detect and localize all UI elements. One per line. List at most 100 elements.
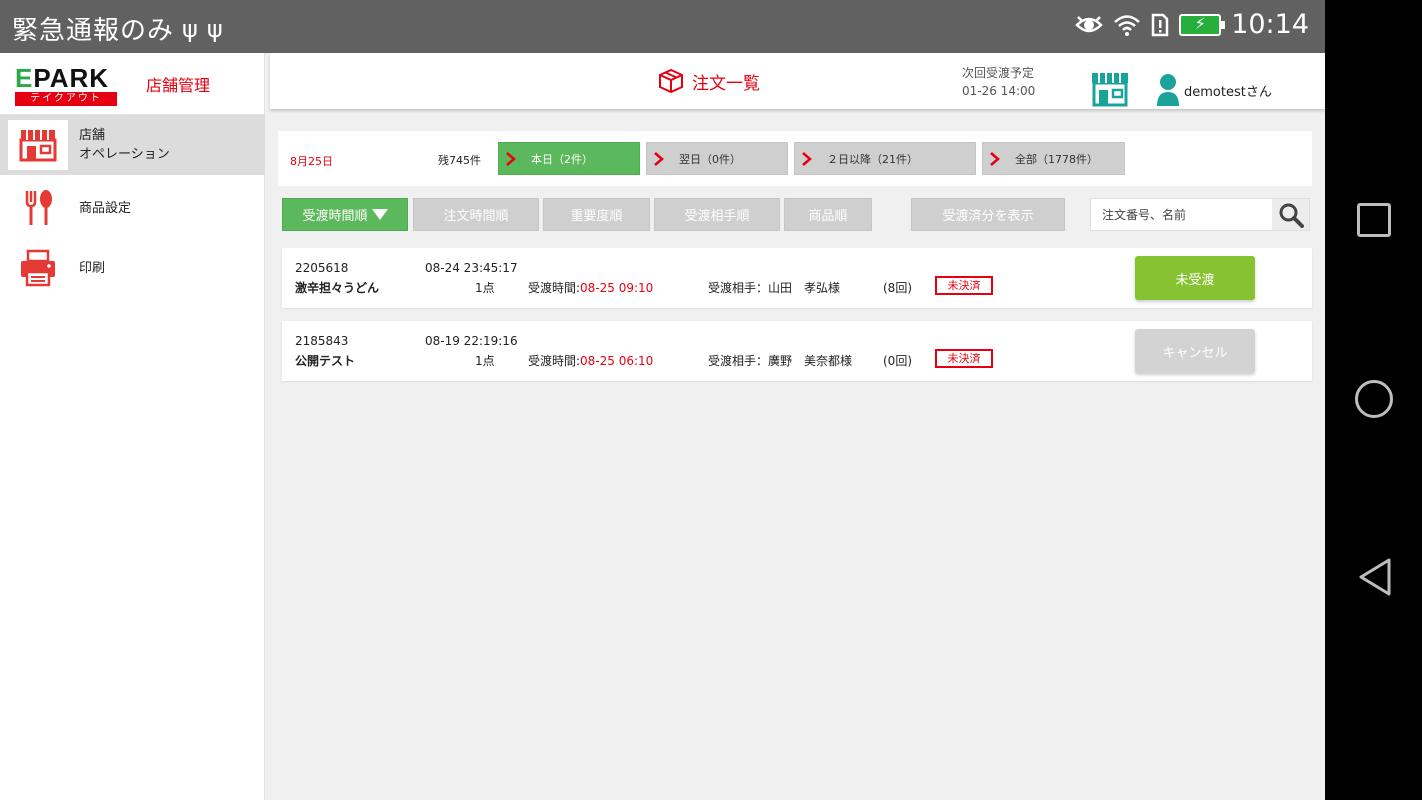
clock: 10:14 (1231, 9, 1309, 40)
sort-desc-triangle-icon (371, 209, 388, 220)
chevron-right-icon (802, 151, 812, 166)
printer-icon (8, 243, 68, 293)
battery-charging-icon: ⚡ (1179, 13, 1226, 36)
chevron-right-icon (654, 151, 664, 166)
eye-icon (1075, 15, 1103, 32)
user-avatar-icon (1157, 74, 1179, 106)
epark-logo: EPARK テイクアウト (15, 65, 117, 106)
search-input[interactable] (1091, 199, 1273, 230)
status-right: ⚡ 10:14 (1075, 9, 1309, 40)
sort-label: 商品順 (808, 209, 848, 224)
date-filter-bar: 8月25日 残745件 本日（2件） 翌日（0件） ２日以降（21件） 全部（1… (278, 131, 1312, 186)
order-product-name: 激辛担々うどん (295, 281, 380, 295)
user-menu[interactable]: demotestさん (1156, 73, 1272, 107)
order-id: 2185843 (295, 334, 349, 348)
tab-label: 本日（2件） (531, 152, 593, 166)
order-id: 2205618 (295, 261, 349, 275)
page-title-text: 注文一覧 (692, 73, 760, 94)
sort-by-order-time-button[interactable]: 注文時間順 (413, 198, 539, 231)
fork-spoon-icon (8, 183, 68, 233)
sidebar-label-line1: 店舗 (79, 128, 106, 143)
chevron-right-icon (506, 151, 516, 166)
emergency-calls-only-text: 緊急通報のみ (12, 16, 175, 46)
user-name: demotestさん (1184, 84, 1272, 100)
usb-icon-2: ψ (206, 14, 224, 43)
sort-label: 重要度順 (570, 209, 623, 224)
pickup-time-value: 08-25 06:10 (580, 354, 654, 368)
next-pickup-label: 次回受渡予定 (962, 66, 1035, 80)
next-pickup-time: 01-26 14:00 (962, 84, 1036, 98)
current-date: 8月25日 (290, 155, 333, 168)
sidebar-label-line2: オペレーション (79, 147, 170, 162)
recent-apps-button[interactable] (1357, 203, 1391, 237)
visit-count: (8回) (883, 281, 912, 295)
next-pickup: 次回受渡予定 01-26 14:00 (962, 64, 1035, 100)
sidebar-item-store-operation[interactable]: 店舗 オペレーション (0, 115, 265, 175)
sidebar-item-print[interactable]: 印刷 (0, 238, 265, 298)
system-nav-bar (1325, 0, 1422, 800)
sort-by-pickup-time-button[interactable]: 受渡時間順 (282, 198, 408, 231)
order-time: 08-24 23:45:17 (425, 261, 518, 275)
sort-label: 注文時間順 (443, 209, 509, 224)
show-delivered-label: 受渡済分を表示 (942, 209, 1034, 224)
brand-takeout-label: テイクアウト (15, 92, 117, 106)
home-button[interactable] (1355, 380, 1393, 418)
storefront-icon (8, 120, 68, 170)
usb-icon: ψ (182, 14, 199, 43)
show-delivered-button[interactable]: 受渡済分を表示 (911, 198, 1065, 231)
tab-all[interactable]: 全部（1778件） (982, 142, 1125, 175)
logo-area: EPARK テイクアウト 店舗管理 (0, 53, 264, 115)
status-left: 緊急通報のみ ψ ψ (12, 10, 224, 47)
order-quantity: 1点 (475, 281, 495, 295)
pickup-time: 受渡時間:08-25 06:10 (528, 352, 653, 369)
sidebar-item-label: 店舗 オペレーション (79, 126, 170, 164)
order-time: 08-19 22:19:16 (425, 334, 518, 348)
order-product-name: 公開テスト (295, 354, 356, 368)
page-title: 注文一覧 (658, 68, 760, 94)
order-row[interactable]: 2205618 激辛担々うどん 08-24 23:45:17 1点 受渡時間:0… (282, 248, 1312, 308)
pickup-time-value: 08-25 09:10 (580, 281, 654, 295)
visit-count: (0回) (883, 354, 912, 368)
sort-by-recipient-button[interactable]: 受渡相手順 (654, 198, 780, 231)
chevron-right-icon (990, 151, 1000, 166)
tab-tomorrow[interactable]: 翌日（0件） (646, 142, 788, 175)
sort-label: 受渡時間順 (302, 209, 368, 224)
pickup-time-label: 受渡時間: (528, 354, 581, 368)
tab-today[interactable]: 本日（2件） (498, 142, 640, 175)
search-icon[interactable] (1272, 199, 1309, 230)
wifi-icon (1114, 14, 1141, 36)
order-quantity: 1点 (475, 354, 495, 368)
back-button[interactable] (1357, 557, 1397, 597)
sim-alert-icon (1151, 13, 1169, 36)
pickup-time-label: 受渡時間: (528, 281, 581, 295)
recipient: 受渡相手：山田 孝弘様 (708, 281, 841, 295)
remaining-count: 残745件 (438, 154, 481, 167)
sidebar: EPARK テイクアウト 店舗管理 店舗 オペレーション 商品設定 印刷 (0, 53, 265, 800)
sort-label: 受渡相手順 (684, 209, 750, 224)
box-icon (659, 68, 683, 94)
back-triangle-icon (1359, 558, 1391, 596)
not-delivered-button[interactable]: 未受渡 (1135, 256, 1255, 300)
payment-status-badge: 未決済 (935, 349, 993, 368)
sidebar-item-label: 商品設定 (79, 200, 132, 216)
system-status-bar: 緊急通報のみ ψ ψ ⚡ 10:14 (0, 0, 1325, 53)
cancel-button[interactable]: キャンセル (1135, 329, 1255, 373)
tab-label: 翌日（0件） (679, 152, 741, 166)
sort-by-importance-button[interactable]: 重要度順 (543, 198, 650, 231)
brand-wordmark: EPARK (15, 63, 110, 93)
header-bar: 注文一覧 次回受渡予定 01-26 14:00 demotestさん (270, 53, 1325, 109)
sort-by-product-button[interactable]: 商品順 (784, 198, 872, 231)
store-icon[interactable] (1090, 71, 1130, 111)
tab-label: ２日以降（21件） (827, 152, 918, 166)
recipient: 受渡相手：廣野 美奈都様 (708, 354, 853, 368)
pickup-time: 受渡時間:08-25 09:10 (528, 279, 653, 296)
payment-status-badge: 未決済 (935, 276, 993, 295)
tab-after-2-days[interactable]: ２日以降（21件） (794, 142, 976, 175)
app-window: EPARK テイクアウト 店舗管理 店舗 オペレーション 商品設定 印刷 注文一… (0, 53, 1325, 800)
sidebar-item-label: 印刷 (79, 260, 106, 276)
section-title: 店舗管理 (146, 76, 211, 95)
search-box (1090, 198, 1310, 231)
tab-label: 全部（1778件） (1015, 152, 1098, 166)
order-row[interactable]: 2185843 公開テスト 08-19 22:19:16 1点 受渡時間:08-… (282, 321, 1312, 381)
sidebar-item-product-settings[interactable]: 商品設定 (0, 178, 265, 238)
